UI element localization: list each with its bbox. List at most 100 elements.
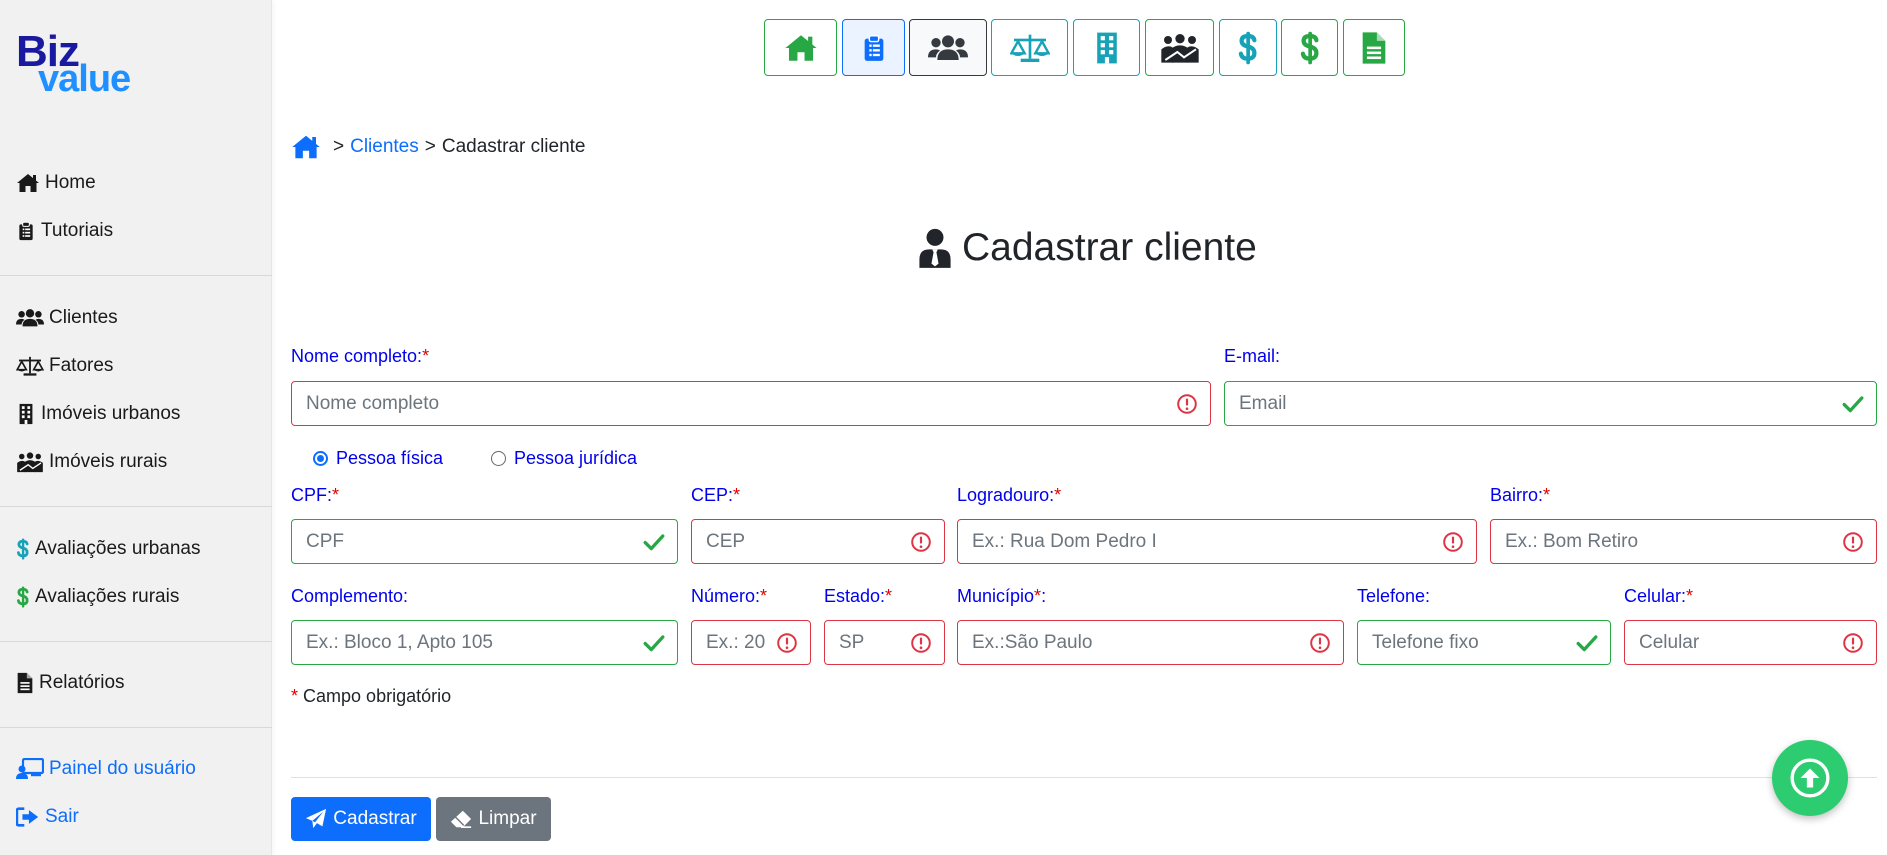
email-label: E-mail: xyxy=(1224,346,1281,366)
breadcrumb-separator: > xyxy=(424,136,436,157)
email-input[interactable] xyxy=(1225,382,1842,425)
bairro-field[interactable] xyxy=(1490,519,1877,564)
farm-icon xyxy=(16,451,44,473)
sidebar-item-label: Avaliações rurais xyxy=(35,586,180,607)
sidebar-divider xyxy=(0,641,272,642)
radio-selected[interactable] xyxy=(313,450,328,466)
sidebar-item-label: Avaliações urbanas xyxy=(35,538,201,559)
toolbar-imoveis-urbanos-button[interactable] xyxy=(1073,19,1140,76)
estado-field[interactable] xyxy=(824,620,945,665)
email-field[interactable] xyxy=(1224,381,1877,426)
balance-scale-icon xyxy=(1010,31,1050,65)
logo-value: value xyxy=(38,58,131,100)
balance-scale-icon xyxy=(16,355,44,377)
complemento-field[interactable] xyxy=(291,620,678,665)
toolbar-avaliacoes-urbanas-button[interactable] xyxy=(1219,19,1277,76)
sidebar-item-painel-usuario[interactable]: Painel do usuário xyxy=(16,755,196,783)
building-icon xyxy=(1093,31,1121,65)
estado-input[interactable] xyxy=(825,621,910,664)
cpf-field[interactable] xyxy=(291,519,678,564)
sidebar-item-home[interactable]: Home xyxy=(16,169,96,197)
pessoa-fisica-radio[interactable]: Pessoa física xyxy=(313,446,443,470)
sidebar-item-avaliacoes-urbanas[interactable]: Avaliações urbanas xyxy=(16,535,200,563)
sidebar-divider xyxy=(0,275,272,276)
home-icon xyxy=(784,31,818,65)
breadcrumb-separator: > xyxy=(333,136,345,157)
cadastrar-button[interactable]: Cadastrar xyxy=(291,797,431,841)
toolbar-imoveis-rurais-button[interactable] xyxy=(1145,19,1214,76)
sidebar-item-label: Tutoriais xyxy=(41,220,114,241)
cep-field[interactable] xyxy=(691,519,945,564)
toolbar-fatores-button[interactable] xyxy=(991,19,1068,76)
toolbar-tutoriais-button[interactable] xyxy=(842,19,905,76)
file-icon xyxy=(16,672,34,694)
logradouro-field[interactable] xyxy=(957,519,1477,564)
telefone-field[interactable] xyxy=(1357,620,1611,665)
sidebar-item-label: Sair xyxy=(45,806,79,827)
home-icon[interactable] xyxy=(291,133,321,161)
sidebar-item-sair[interactable]: Sair xyxy=(16,803,79,831)
page-title: Cadastrar cliente xyxy=(918,224,1257,272)
logradouro-input[interactable] xyxy=(958,520,1442,563)
telefone-input[interactable] xyxy=(1358,621,1576,664)
invalid-icon xyxy=(1842,632,1864,654)
municipio-field[interactable] xyxy=(957,620,1344,665)
invalid-icon xyxy=(1176,393,1198,415)
breadcrumb-current: Cadastrar cliente xyxy=(441,136,586,157)
invalid-icon xyxy=(910,531,932,553)
paper-plane-icon xyxy=(305,808,327,830)
municipio-input[interactable] xyxy=(958,621,1309,664)
sidebar-item-imoveis-urbanos[interactable]: Imóveis urbanos xyxy=(16,400,180,428)
bizvalue-logo[interactable]: Biz value xyxy=(16,30,156,100)
sidebar-item-clientes[interactable]: Clientes xyxy=(16,304,118,332)
cpf-input[interactable] xyxy=(292,520,643,563)
valid-check-icon xyxy=(1576,632,1598,654)
telefone-label: Telefone: xyxy=(1357,586,1431,606)
radio-unselected[interactable] xyxy=(491,450,506,466)
sidebar-item-label: Imóveis urbanos xyxy=(41,403,181,424)
sidebar-item-avaliacoes-rurais[interactable]: Avaliações rurais xyxy=(16,583,179,611)
sidebar: Biz value Home Tutoriais Clientes Fatore… xyxy=(0,0,272,855)
celular-input[interactable] xyxy=(1625,621,1842,664)
farm-icon xyxy=(1160,31,1200,65)
file-icon xyxy=(1361,31,1387,65)
sidebar-item-fatores[interactable]: Fatores xyxy=(16,352,113,380)
sidebar-item-tutoriais[interactable]: Tutoriais xyxy=(16,217,113,245)
breadcrumb-clientes-link[interactable]: Clientes xyxy=(350,136,419,158)
form-divider xyxy=(291,777,1877,778)
sidebar-item-label: Imóveis rurais xyxy=(49,451,168,472)
radio-label: Pessoa física xyxy=(336,447,444,468)
numero-input[interactable] xyxy=(692,621,776,664)
clipboard-icon xyxy=(860,31,888,65)
complemento-input[interactable] xyxy=(292,621,643,664)
button-label: Cadastrar xyxy=(333,808,417,829)
toolbar-home-button[interactable] xyxy=(764,19,837,76)
numero-field[interactable] xyxy=(691,620,811,665)
municipio-label: Município*: xyxy=(957,586,1047,606)
toolbar-avaliacoes-rurais-button[interactable] xyxy=(1281,19,1338,76)
sidebar-item-label: Relatórios xyxy=(39,672,125,693)
toolbar-clientes-button[interactable] xyxy=(909,19,987,76)
clipboard-icon xyxy=(16,220,36,242)
sidebar-item-relatorios[interactable]: Relatórios xyxy=(16,669,125,697)
limpar-button[interactable]: Limpar xyxy=(436,797,551,841)
user-panel-icon xyxy=(16,758,44,780)
eraser-icon xyxy=(450,808,472,830)
valid-check-icon xyxy=(643,531,665,553)
sidebar-divider xyxy=(0,727,272,728)
toolbar-relatorios-button[interactable] xyxy=(1343,19,1405,76)
nome-field[interactable] xyxy=(291,381,1211,426)
nome-label: Nome completo:* xyxy=(291,346,430,366)
celular-field[interactable] xyxy=(1624,620,1877,665)
bairro-input[interactable] xyxy=(1491,520,1842,563)
scroll-to-top-button[interactable] xyxy=(1772,740,1848,816)
numero-label: Número:* xyxy=(691,586,768,606)
home-icon xyxy=(16,172,40,194)
sidebar-item-label: Painel do usuário xyxy=(49,758,196,779)
radio-label: Pessoa jurídica xyxy=(514,447,638,468)
pessoa-juridica-radio[interactable]: Pessoa jurídica xyxy=(491,446,637,470)
nome-input[interactable] xyxy=(292,382,1176,425)
cep-input[interactable] xyxy=(692,520,910,563)
dollar-icon xyxy=(16,538,30,560)
sidebar-item-imoveis-rurais[interactable]: Imóveis rurais xyxy=(16,448,167,476)
